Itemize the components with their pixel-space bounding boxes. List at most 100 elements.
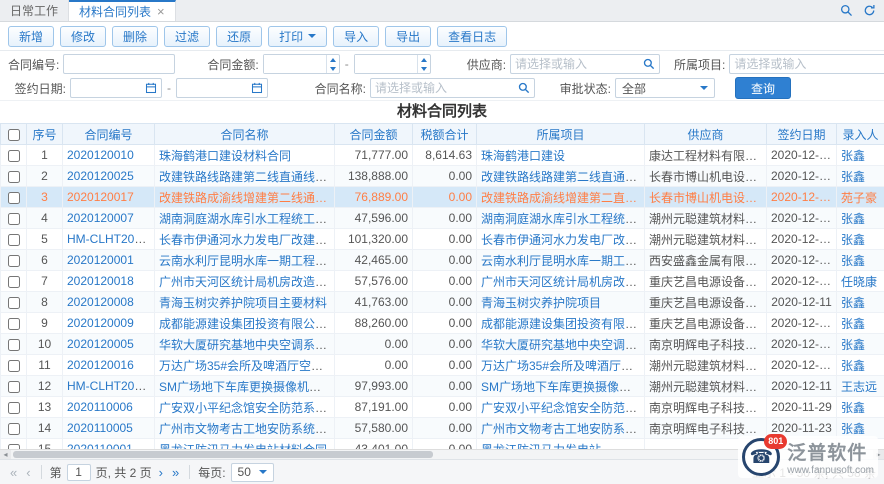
new-button[interactable]: 新增 <box>8 26 54 47</box>
column-header[interactable]: 供应商 <box>645 124 767 145</box>
contract-code-link[interactable]: 2020110001 <box>67 442 133 449</box>
refresh-icon[interactable] <box>863 4 876 17</box>
contract-code-link[interactable]: 2020120008 <box>67 295 134 309</box>
contract-code-link[interactable]: 2020120025 <box>67 169 134 183</box>
table-row[interactable]: 102020120005华软大厦研究基地中央空调系统工程材料合同0.000.00… <box>1 334 884 355</box>
project-link[interactable]: 长春市伊通河水力发电厂改建工程 <box>481 233 645 247</box>
calendar-icon[interactable] <box>251 82 263 94</box>
row-checkbox[interactable] <box>8 402 20 414</box>
entry-person-link[interactable]: 张鑫 <box>841 338 865 352</box>
table-row[interactable]: 92020120009成都能源建设集团投资有限公司超前办公楼标...88,260… <box>1 313 884 334</box>
page-number-input[interactable] <box>67 464 91 481</box>
project-link[interactable]: 华软大厦研究基地中央空调系统工程 <box>481 338 645 352</box>
entry-person-link[interactable]: 任晓康 <box>841 275 877 289</box>
entry-person-link[interactable]: 张鑫 <box>841 422 865 436</box>
search-icon[interactable] <box>518 82 530 94</box>
project-link[interactable]: 湖南洞庭湖水库引水工程统工标 <box>481 212 645 226</box>
spinner-up-icon[interactable] <box>327 55 339 64</box>
view-log-button[interactable]: 查看日志 <box>437 26 507 47</box>
print-button[interactable]: 打印 <box>268 26 327 47</box>
column-header[interactable]: 签约日期 <box>767 124 837 145</box>
table-row[interactable]: 82020120008青海玉树灾养护院项目主要材料41,763.000.00青海… <box>1 292 884 313</box>
contract-name-link[interactable]: 长春市伊通河水力发电厂改建工程材料合同 <box>159 233 335 247</box>
column-header[interactable]: 序号 <box>27 124 63 145</box>
table-row[interactable]: 22020120025改建铁路线路建第二线直通线(成都-西安)电...138,8… <box>1 166 884 187</box>
contract-name-link[interactable]: 珠海鹤港口建设材料合同 <box>159 149 291 163</box>
project-link[interactable]: 广州市天河区统计局机房改造项目 <box>481 275 645 289</box>
next-page-button[interactable]: › <box>157 466 165 479</box>
calendar-icon[interactable] <box>145 82 157 94</box>
search-icon[interactable] <box>643 58 655 70</box>
contract-code-link[interactable]: 2020120018 <box>67 274 134 288</box>
project-link[interactable]: 成都能源建设集团投资有限公司超前... <box>481 317 645 331</box>
project-link[interactable]: 改建铁路成渝线增建第二直通线(成... <box>481 191 645 205</box>
import-button[interactable]: 导入 <box>333 26 379 47</box>
contract-name-link[interactable]: 改建铁路线路建第二线直通线(成都-西安)电... <box>159 170 335 184</box>
row-checkbox[interactable] <box>8 381 20 393</box>
contract-code-link[interactable]: 2020120005 <box>67 337 134 351</box>
sign-date-to-input[interactable] <box>177 81 251 95</box>
tab-material-contract-list[interactable]: 材料合同列表× <box>69 0 176 21</box>
entry-person-link[interactable]: 张鑫 <box>841 254 865 268</box>
contract-name-link[interactable]: 广州市天河区统计局机房改造项目材料合同 <box>159 275 335 289</box>
project-link[interactable]: 黑龙江防汛马力发电站 <box>481 443 601 450</box>
project-link[interactable]: 云南水利厅昆明水库一期工程施工标段 <box>481 254 645 268</box>
row-checkbox[interactable] <box>8 423 20 435</box>
project-link[interactable]: 珠海鹤港口建设 <box>481 149 565 163</box>
project-link[interactable]: 广安双小平纪念馆安全防范系统维护... <box>481 401 645 415</box>
export-button[interactable]: 导出 <box>385 26 431 47</box>
contract-name-link[interactable]: 广州市文物考古工地安防系统设备保修材料合同 <box>159 422 335 436</box>
contract-name-link[interactable]: 广安双小平纪念馆安全防范系统维护保养项目... <box>159 401 335 415</box>
entry-person-link[interactable]: 苑子豪 <box>841 191 877 205</box>
contract-code-link[interactable]: 2020110005 <box>67 421 133 435</box>
sign-date-from-input[interactable] <box>71 81 145 95</box>
row-checkbox[interactable] <box>8 297 20 309</box>
column-header[interactable]: 合同编号 <box>63 124 155 145</box>
column-header[interactable]: 合同金额 <box>335 124 413 145</box>
project-input[interactable] <box>730 57 884 71</box>
column-header[interactable]: 录入人 <box>837 124 884 145</box>
contract-name-link[interactable]: 万达广场35#会所及啤酒厅空调安装工程材料... <box>159 359 335 373</box>
spinner-up-icon[interactable] <box>418 55 430 64</box>
row-checkbox[interactable] <box>8 192 20 204</box>
table-row[interactable]: 72020120018广州市天河区统计局机房改造项目材料合同57,576.000… <box>1 271 884 292</box>
entry-person-link[interactable]: 张鑫 <box>841 149 865 163</box>
contract-name-link[interactable]: 黑龙江防汛马力发电站材料合同 <box>159 443 327 450</box>
project-link[interactable]: 广州市文物考古工地安防系统设备保修 <box>481 422 645 436</box>
tab-close-icon[interactable]: × <box>157 5 165 18</box>
project-link[interactable]: 改建铁路线路建第二线直通线(成都... <box>481 170 645 184</box>
project-link[interactable]: 青海玉树灾养护院项目 <box>481 296 601 310</box>
contract-name-link[interactable]: 成都能源建设集团投资有限公司超前办公楼标... <box>159 317 335 331</box>
select-all-checkbox[interactable] <box>8 129 20 141</box>
entry-person-link[interactable]: 张鑫 <box>841 212 865 226</box>
contract-name-link[interactable]: SM广场地下车库更换摄像机及硬盘项目主要... <box>159 380 335 394</box>
entry-person-link[interactable]: 张鑫 <box>841 170 865 184</box>
contract-name-link[interactable]: 华软大厦研究基地中央空调系统工程材料合同 <box>159 338 335 352</box>
row-checkbox[interactable] <box>8 150 20 162</box>
project-link[interactable]: 万达广场35#会所及啤酒厅空调安装... <box>481 359 645 373</box>
entry-person-link[interactable]: 张鑫 <box>841 233 865 247</box>
amount-to-input[interactable] <box>355 55 417 73</box>
row-checkbox[interactable] <box>8 171 20 183</box>
column-header[interactable]: 税额合计 <box>413 124 477 145</box>
entry-person-link[interactable]: 张鑫 <box>841 317 865 331</box>
row-checkbox[interactable] <box>8 234 20 246</box>
restore-button[interactable]: 还原 <box>216 26 262 47</box>
entry-person-link[interactable]: 张鑫 <box>841 401 865 415</box>
contract-code-link[interactable]: 2020120016 <box>67 358 134 372</box>
contract-name-link[interactable]: 云南水利厅昆明水库一期工程材料合同 <box>159 254 335 268</box>
row-checkbox[interactable] <box>8 444 20 449</box>
edit-button[interactable]: 修改 <box>60 26 106 47</box>
contract-code-link[interactable]: 2020120010 <box>67 148 134 162</box>
filter-button[interactable]: 过滤 <box>164 26 210 47</box>
contract-name-link[interactable]: 改建铁路成渝线增建第二线通线(成渝段)工... <box>159 191 335 205</box>
table-row[interactable]: 42020120007湖南洞庭湖水库引水工程统工标材料合同47,596.000.… <box>1 208 884 229</box>
contract-code-link[interactable]: 2020110006 <box>67 400 133 414</box>
contract-code-link[interactable]: 2020120001 <box>67 253 134 267</box>
fanpu-watermark[interactable]: ☎ 801 泛普软件 www.fanpusoft.com <box>738 436 878 478</box>
contract-code-link[interactable]: 2020120017 <box>67 190 134 204</box>
contract-no-input[interactable] <box>63 54 175 74</box>
column-header[interactable]: 合同名称 <box>155 124 335 145</box>
contract-name-link[interactable]: 青海玉树灾养护院项目主要材料 <box>159 296 327 310</box>
table-row[interactable]: 5HM-CLHT20201206长春市伊通河水力发电厂改建工程材料合同101,3… <box>1 229 884 250</box>
